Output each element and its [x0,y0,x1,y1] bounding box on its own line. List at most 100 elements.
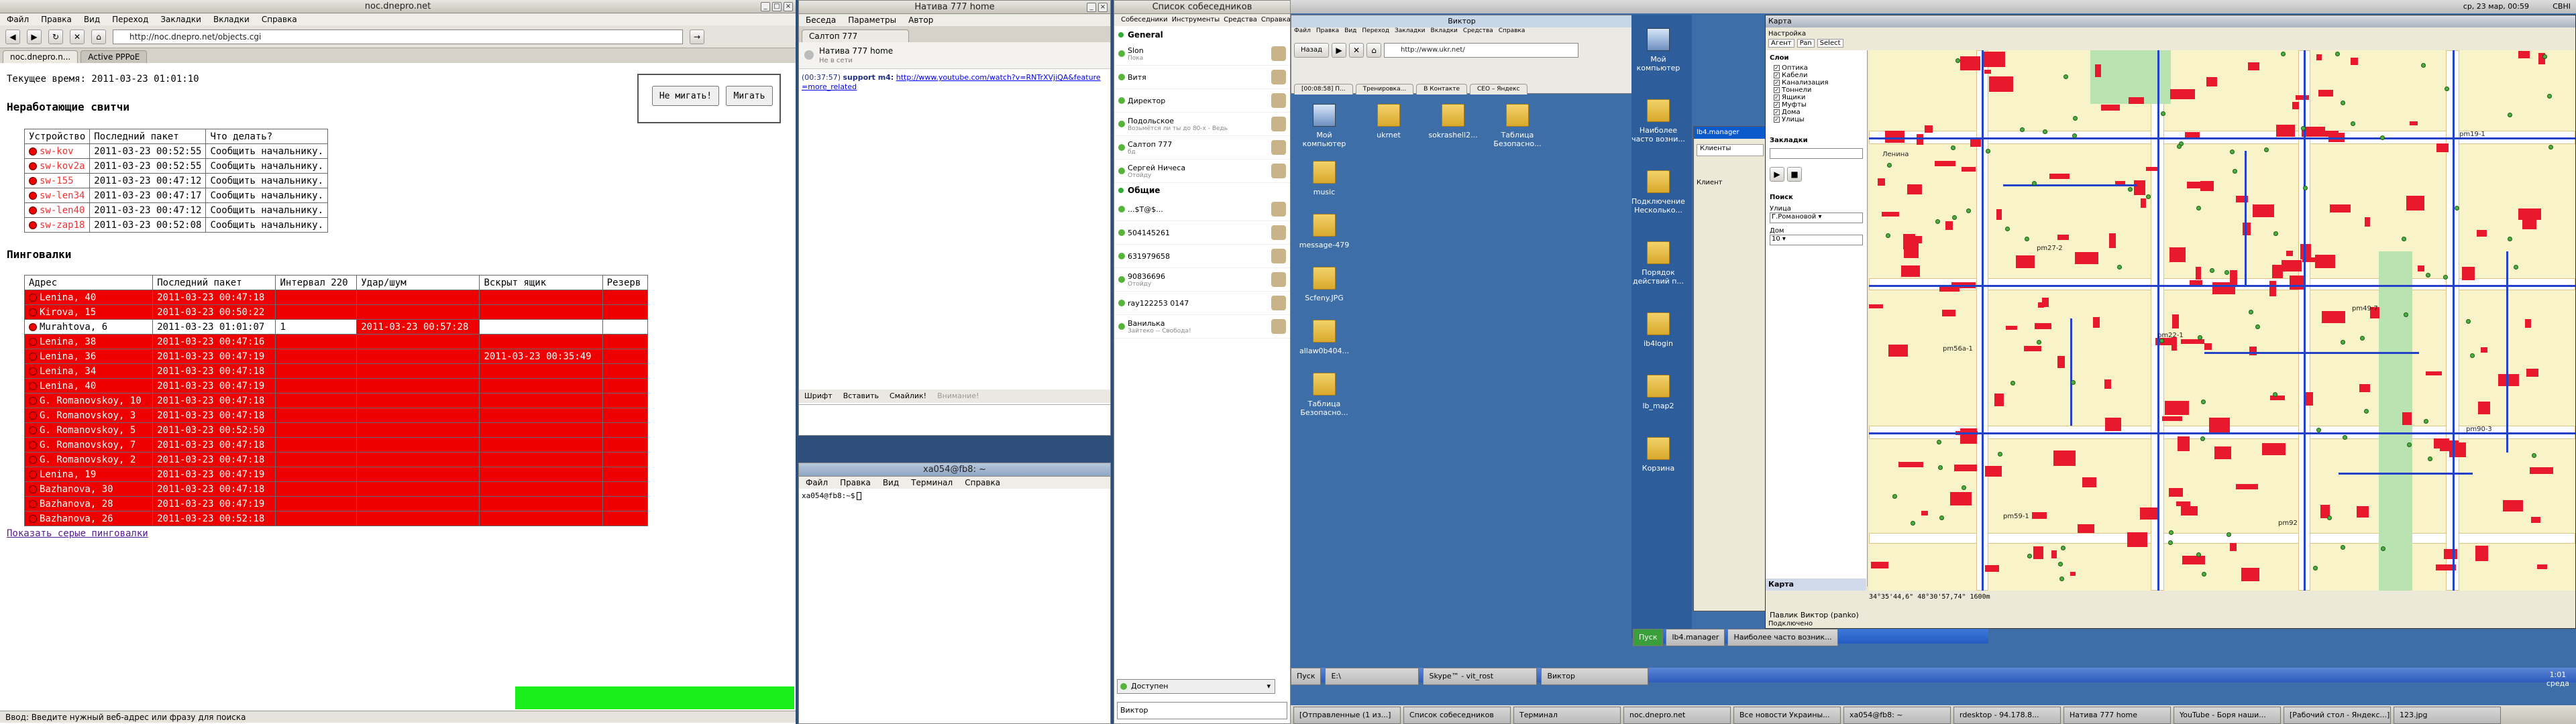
map-node[interactable] [2548,145,2553,149]
close-icon[interactable]: × [784,2,793,11]
insert-button[interactable]: Вставить [843,389,879,403]
menu-item[interactable]: Справка [1261,14,1291,26]
task-viktor[interactable]: Виктор [1541,668,1649,685]
map-node[interactable] [2327,516,2332,520]
checkbox-icon[interactable]: ✓ [1774,72,1780,78]
chat-input[interactable] [799,404,1110,435]
layer-item[interactable]: ✓ Муфты [1774,101,1863,109]
home-icon[interactable]: ⌂ [91,29,106,44]
menu-item[interactable]: Правка [41,13,72,25]
map-node[interactable] [2380,135,2385,140]
remote-forward-icon[interactable]: ▶ [1332,43,1346,58]
attention-button[interactable]: Внимание! [937,389,979,403]
map-node[interactable] [2200,436,2205,441]
map-node[interactable] [1935,219,1940,224]
desktop-icon[interactable]: Наиболее часто возни... [1631,99,1685,143]
menu-item[interactable]: Собеседники [1121,14,1168,26]
map-tool-button[interactable]: Pan [1796,39,1815,48]
menu-item[interactable]: Переход [112,13,148,25]
map-node[interactable] [2159,339,2164,343]
remote-url[interactable]: http://www.ukr.net/ [1384,43,1578,58]
format-button[interactable]: Шрифт [804,389,833,403]
ping-address[interactable]: Lenina, 40 [23,290,154,305]
map-node[interactable] [2071,380,2076,385]
start-button[interactable]: Пуск [1633,629,1664,646]
taskbar-item[interactable]: Все новости Украины... [1733,707,1841,724]
map-canvas[interactable]: Ленина pm19-1 pm27-2 pm22-1 pm56a-1 pm59-1 pm4… [1869,50,2575,591]
stop-icon[interactable]: ■ [1787,167,1802,182]
map-node[interactable] [1986,149,1990,154]
bookmark-select[interactable] [1770,148,1863,159]
map-node[interactable] [2198,335,2202,340]
map-node[interactable] [2273,231,2278,236]
task-e[interactable]: E:\ [1325,668,1419,685]
map-node[interactable] [2201,400,2206,404]
map-node[interactable] [2043,129,2047,134]
taskbar-item[interactable]: [Отправленные (1 из...] [1293,707,1401,724]
remote-back-button[interactable]: Назад [1294,43,1329,58]
map-node[interactable] [2210,268,2214,273]
map-node[interactable] [2364,409,2369,414]
show-grey-link[interactable]: Показать серые пинговалки [7,528,148,539]
buddy-contact[interactable]: Сергей Ничеса Отойду [1114,160,1290,183]
desktop-icon[interactable]: music [1297,161,1351,196]
menu-item[interactable]: Файл [7,13,29,25]
map-node[interactable] [1937,440,1941,444]
task-frequent[interactable]: Наиболее часто возник... [1727,629,1838,646]
ping-address[interactable]: Bazhanova, 30 [23,481,154,497]
remote-tab[interactable]: В Контакте [1416,84,1467,95]
map-node[interactable] [2443,275,2448,280]
menu-item[interactable]: Терминал [911,477,953,489]
maximize-icon[interactable]: □ [772,2,782,11]
map-node[interactable] [2316,428,2321,432]
buddy-contact[interactable]: Подольское Возьмётся ли ты до 80-х - Ведь [1114,113,1290,136]
switch-device[interactable]: sw-kov [23,143,91,159]
layer-item[interactable]: ✓ Ящики [1774,94,1863,101]
checkbox-icon[interactable]: ✓ [1774,116,1780,123]
map-node[interactable] [2255,324,2260,329]
ping-address[interactable]: G. Romanovskoy, 7 [23,437,154,452]
map-node[interactable] [2313,566,2318,570]
map-node[interactable] [1892,494,1897,499]
taskbar-item[interactable]: YouTube - Боря наши... [2174,707,2281,724]
map-node[interactable] [2508,237,2512,241]
remote-tab[interactable]: CEO – Яндекс [1470,84,1527,95]
layer-item[interactable]: ✓ Оптика [1774,64,1863,72]
go-icon[interactable]: → [690,29,704,44]
menu-item[interactable]: Файл [1294,27,1311,38]
play-icon[interactable]: ▶ [1770,167,1784,182]
map-node[interactable] [2061,546,2065,550]
checkbox-icon[interactable]: ✓ [1774,101,1780,108]
menu-item[interactable]: Средства [1224,14,1257,26]
map-node[interactable] [2508,113,2512,117]
map-node[interactable] [2037,340,2041,345]
map-node[interactable] [2343,435,2347,440]
map-node[interactable] [2470,353,2475,358]
map-node[interactable] [2027,554,2032,558]
ping-address[interactable]: Bazhanova, 28 [23,496,154,511]
ping-address[interactable]: Kirova, 15 [23,304,154,320]
map-node[interactable] [2381,546,2385,551]
ping-address[interactable]: Lenina, 36 [23,349,154,364]
map-node[interactable] [2402,237,2406,241]
ping-address[interactable]: G. Romanovskoy, 5 [23,422,154,438]
menu-item[interactable]: Правка [1316,27,1339,38]
buddy-contact[interactable]: Витя [1114,66,1290,89]
map-node[interactable] [2032,181,2037,186]
layer-item[interactable]: ✓ Кабели [1774,72,1863,79]
menu-item[interactable]: Закладки [160,13,201,25]
taskbar-item[interactable]: Список собеседников [1403,707,1511,724]
minimize-icon[interactable]: _ [761,2,770,11]
menu-item[interactable]: Закладки [1395,27,1426,38]
layer-item[interactable]: ✓ Тоннели [1774,86,1863,94]
buddy-contact[interactable]: Салтоп 777 бд [1114,136,1290,160]
map-node[interactable] [2169,530,2174,535]
map-node[interactable] [2025,237,2029,241]
task-skype[interactable]: Skype™ - vit_rost [1423,668,1538,685]
forward-icon[interactable]: ▶ [27,29,42,44]
map-node[interactable] [2404,312,2408,317]
ping-address[interactable]: Murahtova, 6 [23,319,154,335]
map-node[interactable] [2020,127,2025,132]
map-node[interactable] [2341,101,2345,105]
ping-address[interactable]: G. Romanovskoy, 2 [23,452,154,467]
